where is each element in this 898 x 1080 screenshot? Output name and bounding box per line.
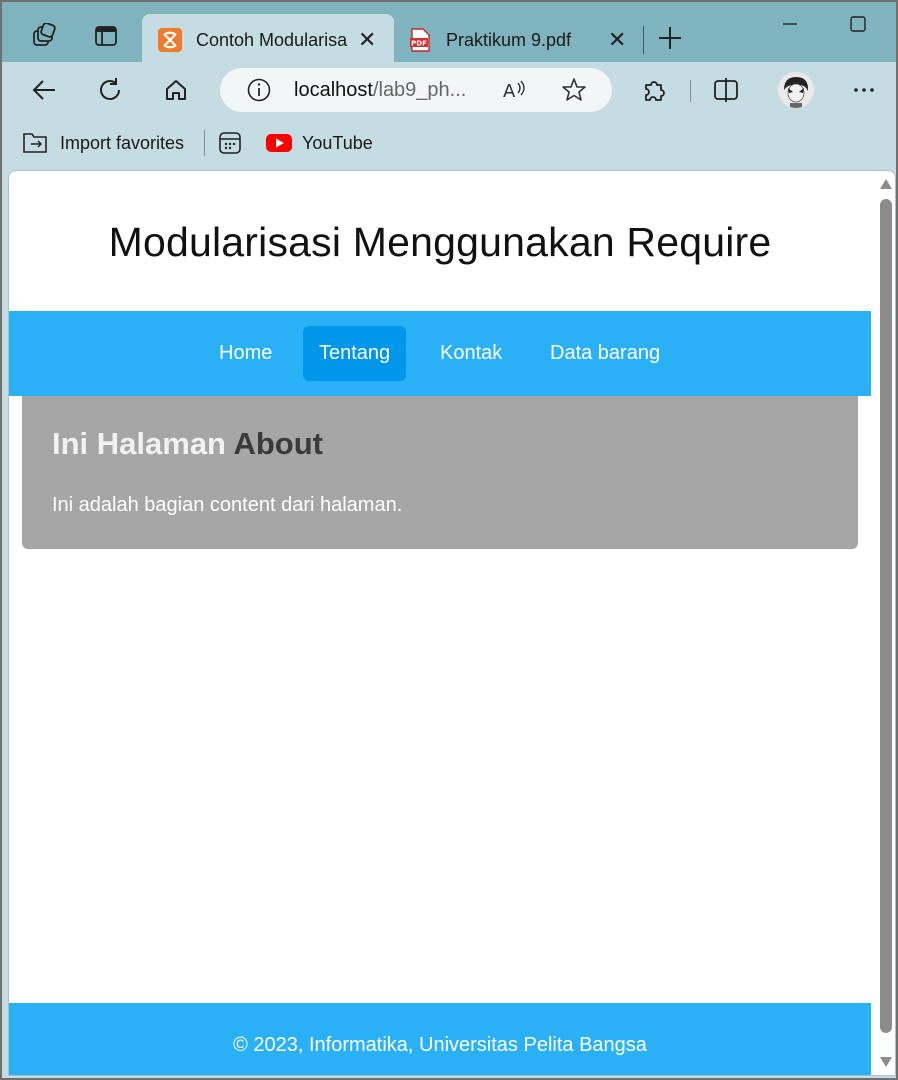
content-section: Ini Halaman About Ini adalah bagian cont… [22,396,858,549]
profile-avatar[interactable] [778,72,814,108]
favorites-divider [204,130,205,156]
page-viewport: Modularisasi Menggunakan Require Home Te… [8,170,896,1076]
maximize-icon[interactable] [846,12,870,36]
address-bar[interactable]: localhost/lab9_ph... A [220,68,612,112]
close-tab-icon[interactable]: ✕ [358,27,376,53]
tab-strip: Contoh Modularisasi ✕ PDF Praktikum 9.pd… [0,0,898,66]
tab-title: Contoh Modularisasi [196,29,348,50]
content-heading-accent: About [233,426,323,461]
url-text[interactable]: localhost/lab9_ph... [294,79,466,102]
content-text: Ini adalah bagian content dari halaman. [52,494,403,516]
import-folder-icon [23,133,47,153]
apps-link[interactable] [218,130,242,156]
tab-praktikum-pdf[interactable]: PDF Praktikum 9.pdf ✕ [400,14,640,66]
tab-divider [643,26,644,54]
settings-more-icon[interactable] [846,72,882,108]
nav-kontak[interactable]: Kontak [424,326,518,381]
minimize-icon[interactable] [778,12,802,36]
page-title: Modularisasi Menggunakan Require [108,218,772,265]
nav-home[interactable]: Home [203,326,288,381]
favorites-bar: Import favorites YouTube [2,118,896,168]
pdf-icon: PDF [410,28,430,52]
close-tab-icon[interactable]: ✕ [608,27,626,53]
back-icon[interactable] [26,72,62,108]
main-nav: Home Tentang Kontak Data barang [9,311,871,396]
workspaces-icon[interactable] [26,18,62,54]
page-header: Modularisasi Menggunakan Require [9,171,871,311]
nav-data-barang[interactable]: Data barang [534,326,676,381]
read-aloud-icon[interactable]: A [502,77,528,103]
youtube-label: YouTube [302,132,373,153]
xampp-icon [158,28,182,52]
extensions-icon[interactable] [636,72,672,108]
scroll-down-arrow-icon[interactable] [879,1055,893,1069]
apps-grid-icon [219,132,241,154]
import-favorites-label: Import favorites [60,132,185,153]
new-tab-icon[interactable] [654,22,686,54]
tab-contoh-modularisasi[interactable]: Contoh Modularisasi ✕ [142,14,394,66]
youtube-link[interactable]: YouTube [266,130,373,156]
youtube-icon [266,134,292,152]
home-icon[interactable] [158,72,194,108]
scroll-up-arrow-icon[interactable] [879,177,893,191]
svg-text:PDF: PDF [411,40,427,48]
nav-tentang[interactable]: Tentang [303,326,407,381]
refresh-icon[interactable] [92,72,128,108]
tab-actions-icon[interactable] [88,18,124,54]
svg-text:A: A [503,81,516,102]
page-footer: © 2023, Informatika, Universitas Pelita … [9,1003,871,1075]
browser-toolbar: localhost/lab9_ph... A [2,62,896,118]
site-info-icon[interactable] [246,77,272,103]
vertical-scrollbar[interactable] [875,171,895,1075]
content-heading: Ini Halaman About [52,426,323,461]
favorite-star-icon[interactable] [560,76,588,104]
toolbar-divider [690,80,691,102]
footer-text: © 2023, Informatika, Universitas Pelita … [233,1033,647,1056]
import-favorites-link[interactable]: Import favorites [22,130,184,156]
split-screen-icon[interactable] [708,72,744,108]
scrollbar-thumb[interactable] [880,199,892,1033]
tab-title: Praktikum 9.pdf [446,29,572,50]
